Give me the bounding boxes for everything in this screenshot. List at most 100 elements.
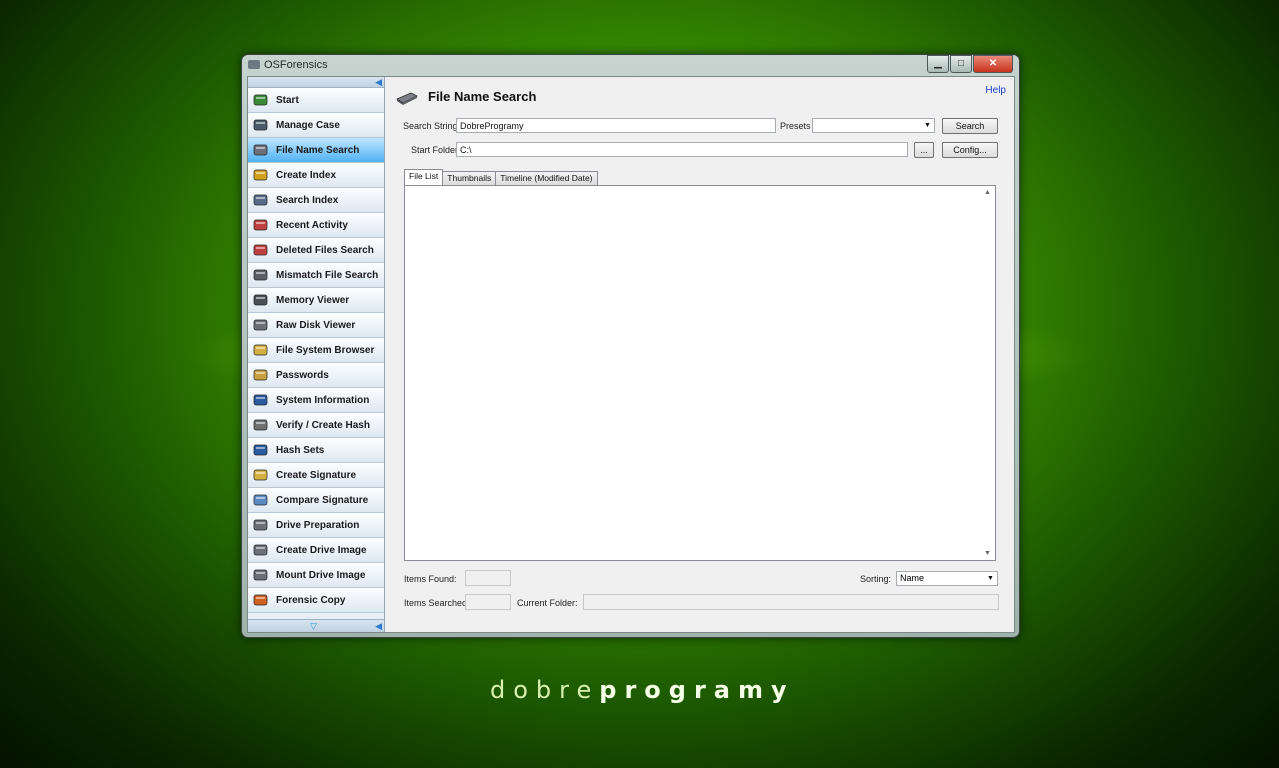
tab-timeline-modified-date[interactable]: Timeline (Modified Date) [495,171,598,185]
sidebar-item-hash-sets[interactable]: Hash Sets [248,438,384,463]
sidebar-item-label: Verify / Create Hash [276,419,370,431]
deleted-files-icon [252,242,270,258]
file-search-icon [396,92,418,105]
sidebar-item-raw-disk-viewer[interactable]: Raw Disk Viewer [248,313,384,338]
items-found-value [465,570,511,586]
sidebar-item-label: Mount Drive Image [276,569,366,581]
brand-logo: dobreprogramy [490,676,795,704]
minimize-button[interactable]: ▁ [927,55,949,73]
sidebar-item-label: Start [276,94,299,106]
items-found-label: Items Found: [404,574,457,584]
hash-icon [252,417,270,433]
window-controls: ▁ □ ✕ [926,55,1013,73]
help-link[interactable]: Help [985,85,1006,96]
system-info-icon [252,392,270,408]
window-title: OSForensics [264,59,328,71]
close-button[interactable]: ✕ [973,55,1013,73]
scroll-down-icon[interactable]: ▽ [310,620,317,632]
app-window: OSForensics ▁ □ ✕ ◀ Start Manage Case File… [241,54,1020,638]
sidebar-item-deleted-files-search[interactable]: Deleted Files Search [248,238,384,263]
sidebar-item-label: Forensic Copy [276,594,346,606]
sidebar-item-label: Mismatch File Search [276,269,379,281]
current-folder-value [583,594,999,610]
recent-activity-icon [252,217,270,233]
sidebar-item-start[interactable]: Start [248,88,384,113]
tab-file-list[interactable]: File List [404,169,444,185]
sidebar-item-verify-create-hash[interactable]: Verify / Create Hash [248,413,384,438]
sidebar-item-memory-viewer[interactable]: Memory Viewer [248,288,384,313]
sidebar-item-manage-case[interactable]: Manage Case [248,113,384,138]
sidebar: ◀ Start Manage Case File Name Search Create… [248,77,385,632]
sidebar-item-create-drive-image[interactable]: Create Drive Image [248,538,384,563]
config-button[interactable]: Config... [942,142,998,158]
sidebar-item-label: Drive Preparation [276,519,360,531]
app-icon [248,60,260,69]
search-button[interactable]: Search [942,118,998,134]
client-area: ◀ Start Manage Case File Name Search Create… [247,76,1015,633]
mount-drive-icon [252,567,270,583]
search-string-label: Search String [403,121,458,131]
brand-light: dobre [490,676,600,704]
sidebar-item-create-index[interactable]: Create Index [248,163,384,188]
chevron-down-icon: ▼ [987,575,994,582]
sorting-label: Sorting: [860,574,892,584]
sidebar-item-label: File Name Search [276,144,360,156]
start-folder-input[interactable]: C:\ [456,142,908,157]
file-search-icon [252,142,270,158]
browse-button[interactable]: ... [914,142,934,158]
page-title: File Name Search [428,89,537,104]
sidebar-item-label: Create Index [276,169,337,181]
file-list-panel[interactable]: ▲ ▼ [404,185,996,561]
sidebar-item-mount-drive-image[interactable]: Mount Drive Image [248,563,384,588]
start-icon [252,92,270,108]
items-searched-value [465,594,511,610]
compare-signature-icon [252,492,270,508]
main-panel: File Name Search Help Search String Dobr… [385,77,1014,632]
current-folder-label: Current Folder: [517,598,578,608]
search-index-icon [252,192,270,208]
vertical-scrollbar[interactable]: ▲ ▼ [982,187,994,559]
start-folder-label: Start Folder [411,145,459,155]
sidebar-item-label: Create Drive Image [276,544,367,556]
collapse-left-icon[interactable]: ◀ [375,77,382,87]
hash-sets-icon [252,442,270,458]
sorting-value: Name [900,573,925,583]
search-string-input[interactable]: DobreProgramy [456,118,776,133]
presets-dropdown[interactable]: ▼ [812,118,935,133]
forensic-copy-icon [252,592,270,608]
drive-image-icon [252,542,270,558]
sidebar-item-file-name-search[interactable]: File Name Search [248,138,384,163]
sidebar-item-label: Search Index [276,194,339,206]
sidebar-item-recent-activity[interactable]: Recent Activity [248,213,384,238]
sidebar-header: ◀ [248,77,384,88]
sidebar-item-create-signature[interactable]: Create Signature [248,463,384,488]
title-bar[interactable]: OSForensics ▁ □ ✕ [242,55,1019,75]
sidebar-item-passwords[interactable]: Passwords [248,363,384,388]
scroll-up-icon[interactable]: ▲ [984,189,991,196]
sidebar-item-forensic-copy[interactable]: Forensic Copy [248,588,384,613]
sidebar-item-system-information[interactable]: System Information [248,388,384,413]
chevron-down-icon: ▼ [924,122,931,129]
sidebar-item-label: Passwords [276,369,329,381]
maximize-button[interactable]: □ [950,55,972,73]
sidebar-item-label: File System Browser [276,344,375,356]
sidebar-item-mismatch-file-search[interactable]: Mismatch File Search [248,263,384,288]
presets-label: Presets [780,121,811,131]
sorting-dropdown[interactable]: Name ▼ [896,571,998,586]
sidebar-item-label: Hash Sets [276,444,325,456]
collapse-left-icon[interactable]: ◀ [375,620,382,632]
sidebar-item-compare-signature[interactable]: Compare Signature [248,488,384,513]
result-tabs: File List Thumbnails Timeline (Modified Da… [404,169,598,185]
sidebar-nav: Start Manage Case File Name Search Create I… [248,88,384,613]
sidebar-item-drive-preparation[interactable]: Drive Preparation [248,513,384,538]
disk-icon [252,317,270,333]
mismatch-icon [252,267,270,283]
sidebar-item-search-index[interactable]: Search Index [248,188,384,213]
sidebar-item-label: Recent Activity [276,219,348,231]
sidebar-item-file-system-browser[interactable]: File System Browser [248,338,384,363]
create-signature-icon [252,467,270,483]
brand-bold: programy [599,676,795,704]
scroll-down-icon[interactable]: ▼ [984,550,991,557]
tab-thumbnails[interactable]: Thumbnails [442,171,497,185]
sidebar-item-label: Manage Case [276,119,340,131]
